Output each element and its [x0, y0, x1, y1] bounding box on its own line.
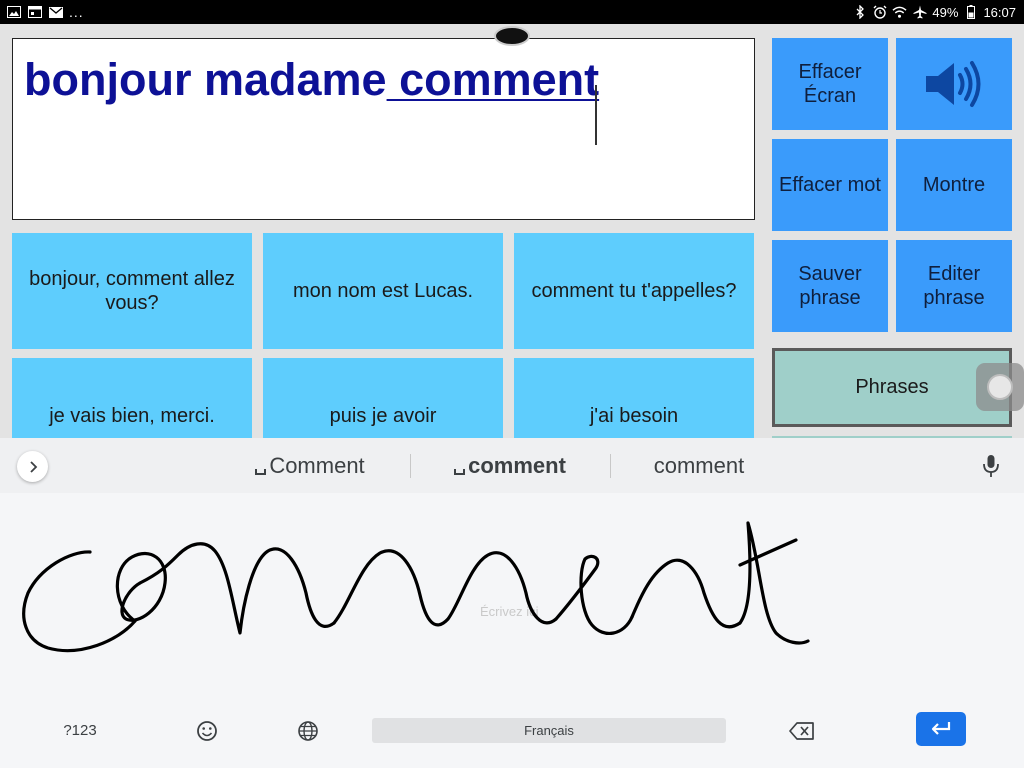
globe-icon[interactable]: [296, 719, 320, 743]
edit-phrase-label: Editer phrase: [923, 263, 985, 309]
enter-key[interactable]: [916, 712, 966, 746]
status-more-indicator: ...: [69, 4, 84, 20]
symbols-key[interactable]: ?123: [50, 719, 110, 743]
clock-time: 16:07: [983, 4, 1016, 20]
wifi-icon: [892, 5, 907, 20]
typed-text-plain: bonjour madame: [24, 54, 387, 105]
image-icon: [6, 5, 21, 20]
speak-button[interactable]: [896, 38, 1012, 130]
battery-percentage: 49%: [932, 4, 959, 20]
phrase-label: je vais bien, merci.: [49, 405, 215, 427]
save-phrase-label: Sauver phrase: [798, 263, 862, 309]
phrase-button-3[interactable]: comment tu t'appelles?: [514, 233, 754, 349]
backspace-icon[interactable]: [789, 721, 815, 741]
status-left: ...: [6, 0, 84, 24]
keyboard-bottom-row: ?123 Français: [0, 703, 1024, 768]
expand-toolbar-button[interactable]: [17, 451, 48, 482]
phrase-label: comment tu t'appelles?: [531, 280, 737, 302]
spacebar[interactable]: Français: [372, 718, 726, 743]
assistive-touch-button[interactable]: [976, 363, 1024, 411]
space-mark-icon: [454, 469, 466, 475]
phrase-label: j'ai besoin: [589, 405, 679, 427]
speaker-icon: [926, 61, 981, 107]
mail-icon: [48, 5, 63, 20]
phrase-label: bonjour, comment allez vous?: [29, 268, 235, 314]
suggestion-bar: Comment comment comment: [0, 438, 1024, 493]
microphone-icon[interactable]: [980, 453, 1002, 479]
clear-screen-label: Effacer Écran: [798, 61, 862, 107]
assistive-touch-icon: [987, 374, 1013, 400]
phrases-label: Phrases: [855, 376, 929, 398]
status-right: 49% 16:07: [852, 0, 1016, 24]
airplane-icon: [912, 5, 927, 20]
clear-word-label: Effacer mot: [779, 174, 881, 196]
alarm-icon: [872, 5, 887, 20]
show-button[interactable]: Montre: [896, 139, 1012, 231]
phrase-label: mon nom est Lucas.: [292, 280, 474, 302]
clear-screen-button[interactable]: Effacer Écran: [772, 38, 888, 130]
enter-arrow-icon: [931, 722, 951, 735]
handwriting-canvas[interactable]: Écrivez ici: [0, 493, 1024, 703]
calendar-icon: [27, 5, 42, 20]
clear-word-button[interactable]: Effacer mot: [772, 139, 888, 231]
battery-icon: [963, 5, 978, 20]
phrase-button-1[interactable]: bonjour, comment allez vous?: [12, 233, 252, 349]
phrase-button-6[interactable]: j'ai besoin: [514, 358, 754, 438]
edit-phrase-button[interactable]: Editer phrase: [896, 240, 1012, 332]
suggestion-3[interactable]: comment: [599, 452, 799, 480]
chevron-right-icon: [29, 460, 37, 473]
text-cursor: [595, 85, 597, 145]
space-mark-icon: [255, 469, 267, 475]
phrase-button-5[interactable]: puis je avoir: [263, 358, 503, 438]
suggestion-text: comment: [468, 453, 566, 478]
suggestion-2[interactable]: comment: [410, 452, 610, 480]
suggestion-text: comment: [653, 453, 745, 478]
typed-message: bonjour madame comment: [24, 54, 599, 106]
suggestion-text: Comment: [269, 453, 365, 478]
selection-handle[interactable]: [492, 24, 532, 48]
show-label: Montre: [922, 174, 986, 196]
handwriting-keyboard: Comment comment comment Écrivez ici ?123…: [0, 438, 1024, 768]
phrase-button-2[interactable]: mon nom est Lucas.: [263, 233, 503, 349]
bluetooth-icon: [852, 5, 867, 20]
phrase-button-4[interactable]: je vais bien, merci.: [12, 358, 252, 438]
handwriting-stroke: [22, 521, 810, 653]
suggestion-1[interactable]: Comment: [210, 452, 410, 480]
phrase-label: puis je avoir: [329, 405, 437, 427]
message-display[interactable]: bonjour madame comment: [12, 38, 755, 220]
typed-text-composing: comment: [386, 54, 600, 105]
emoji-icon[interactable]: [195, 719, 219, 743]
save-phrase-button[interactable]: Sauver phrase: [772, 240, 888, 332]
status-bar: ... 49% 16:07: [0, 0, 1024, 24]
